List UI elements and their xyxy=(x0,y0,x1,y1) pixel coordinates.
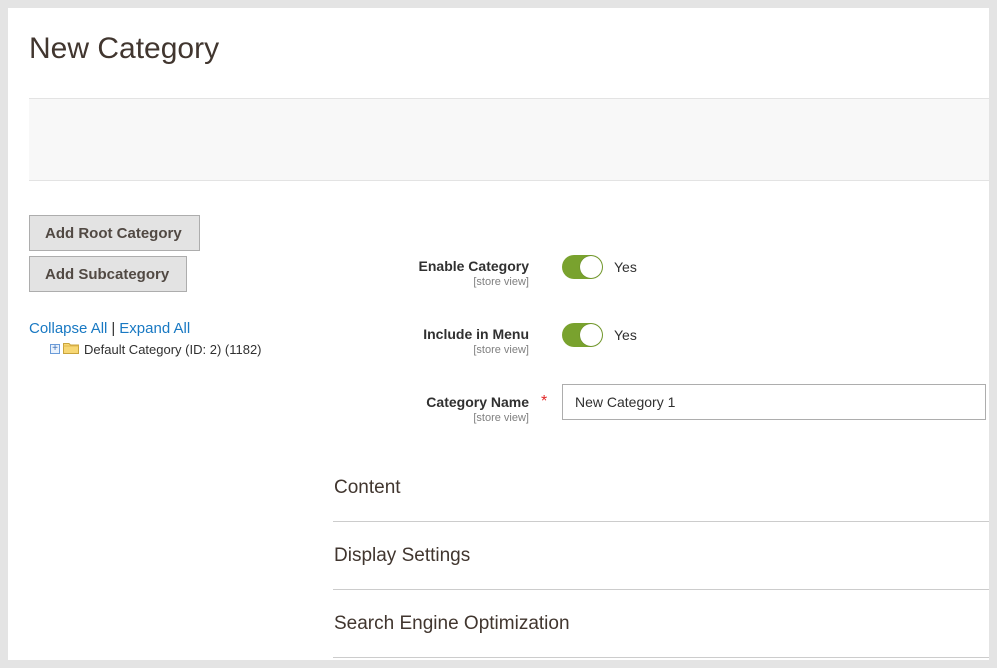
enable-category-state: Yes xyxy=(614,259,637,275)
add-root-category-button[interactable]: Add Root Category xyxy=(29,215,200,251)
enable-category-toggle[interactable] xyxy=(562,255,603,279)
section-title: Content xyxy=(334,477,401,498)
section-search-engine-optimization[interactable]: Search Engine Optimization xyxy=(333,590,989,658)
tree-node-default-category[interactable]: + Default Category (ID: 2) (1182) xyxy=(50,341,262,357)
include-in-menu-state: Yes xyxy=(614,327,637,343)
enable-category-label: Enable Category xyxy=(418,258,529,274)
add-subcategory-button[interactable]: Add Subcategory xyxy=(29,256,187,292)
section-content[interactable]: Content xyxy=(333,454,989,522)
include-in-menu-label: Include in Menu xyxy=(423,326,529,342)
page-actions-bar xyxy=(29,98,989,181)
enable-category-scope: [store view] xyxy=(473,276,529,288)
include-in-menu-scope: [store view] xyxy=(473,344,529,356)
page-title: New Category xyxy=(29,32,220,65)
expand-all-link[interactable]: Expand All xyxy=(119,320,190,337)
category-name-label: Category Name xyxy=(426,394,529,410)
link-separator: | xyxy=(111,320,116,337)
section-title: Search Engine Optimization xyxy=(334,613,570,634)
include-in-menu-toggle[interactable] xyxy=(562,323,603,347)
plus-icon[interactable]: + xyxy=(50,344,60,354)
section-title: Display Settings xyxy=(334,545,471,566)
collapse-all-link[interactable]: Collapse All xyxy=(29,320,107,337)
required-asterisk: * xyxy=(541,393,548,410)
admin-page: New Category Add Root Category Add Subca… xyxy=(8,8,989,660)
toggle-knob xyxy=(580,256,602,278)
section-display-settings[interactable]: Display Settings xyxy=(333,522,989,590)
folder-icon xyxy=(63,341,79,357)
tree-node-label: Default Category (ID: 2) (1182) xyxy=(84,341,262,357)
category-name-input[interactable] xyxy=(562,384,986,420)
toggle-knob xyxy=(580,324,602,346)
tree-actions: Collapse All | Expand All xyxy=(29,320,190,337)
category-name-scope: [store view] xyxy=(473,412,529,424)
